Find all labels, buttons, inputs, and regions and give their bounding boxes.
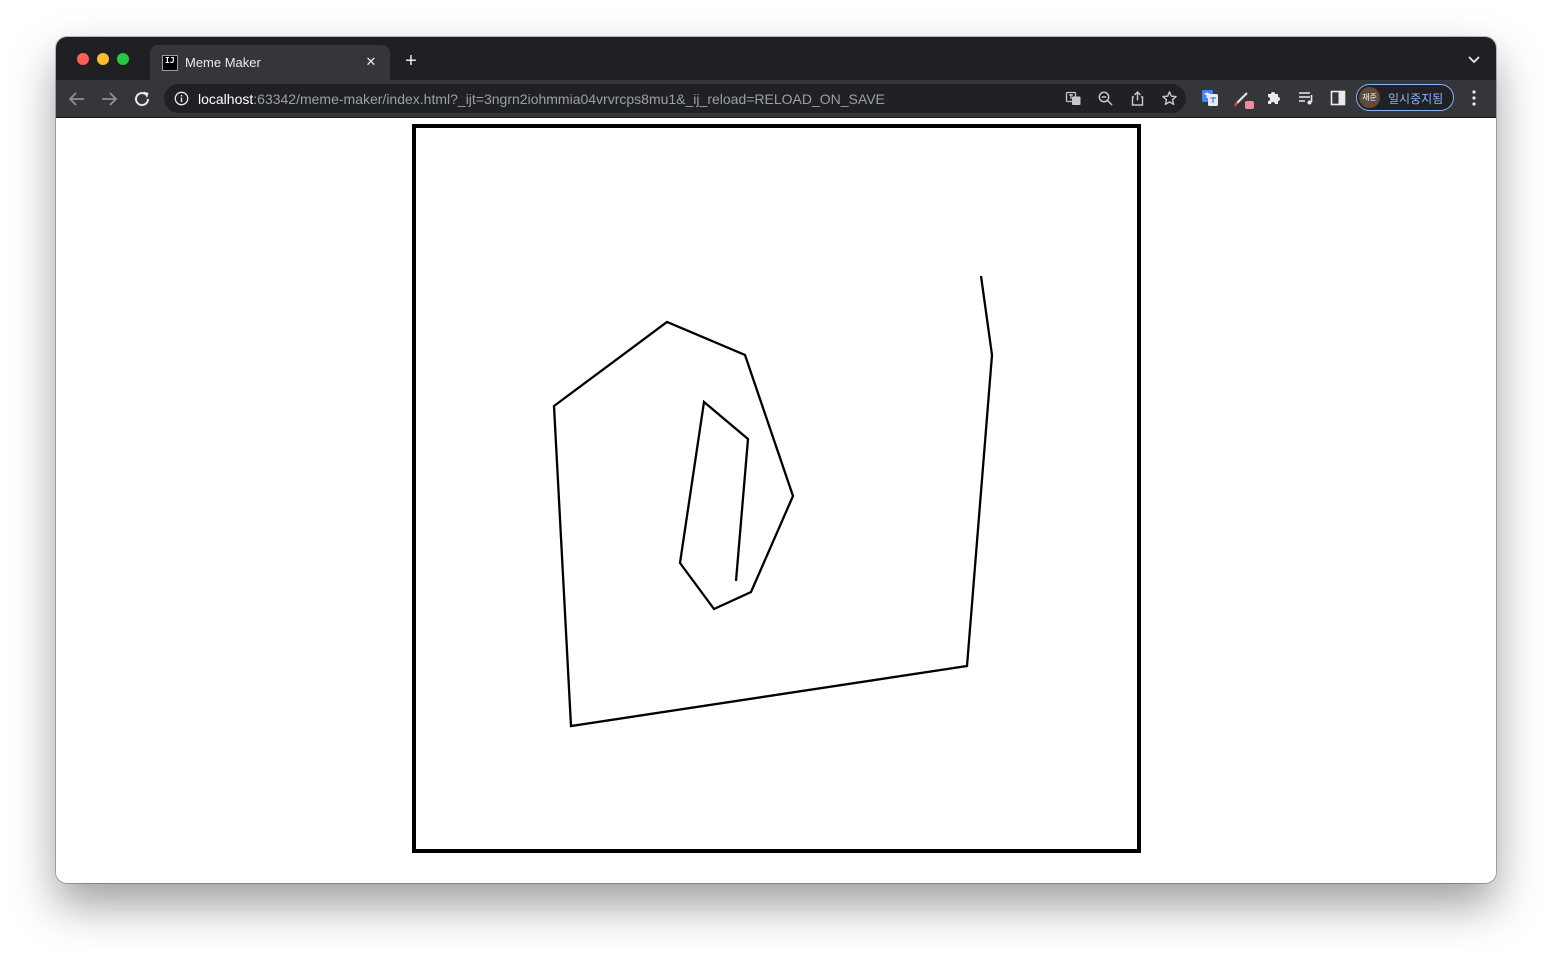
pen-extension-icon[interactable]	[1233, 88, 1255, 110]
info-icon[interactable]	[174, 91, 189, 106]
arrow-left-icon[interactable]	[65, 87, 89, 111]
page-content	[56, 118, 1496, 883]
intellij-favicon-icon: IJ	[162, 55, 178, 71]
translate-icon[interactable]	[1065, 90, 1082, 107]
url-host: localhost	[198, 91, 254, 107]
profile-button[interactable]: 재준 일시중지됨	[1356, 84, 1454, 111]
chevron-down-icon[interactable]	[1466, 53, 1482, 67]
bookmark-star-icon[interactable]	[1161, 90, 1178, 107]
drawing-strokes	[552, 275, 994, 728]
plus-icon[interactable]: +	[401, 51, 421, 71]
arrow-right-icon[interactable]	[97, 87, 121, 111]
zoom-icon[interactable]	[1097, 90, 1114, 107]
close-icon[interactable]: ✕	[362, 53, 380, 71]
window-maximize-button[interactable]	[117, 53, 129, 65]
browser-toolbar: localhost:63342/meme-maker/index.html?_i…	[56, 80, 1496, 118]
address-bar[interactable]: localhost:63342/meme-maker/index.html?_i…	[164, 84, 1186, 113]
tab-title: Meme Maker	[185, 55, 261, 70]
side-panel-icon[interactable]	[1329, 89, 1347, 107]
window-close-button[interactable]	[77, 53, 89, 65]
profile-status-label: 일시중지됨	[1388, 92, 1444, 106]
kebab-menu-icon[interactable]	[1466, 89, 1482, 107]
puzzle-icon[interactable]	[1265, 89, 1283, 107]
reload-icon[interactable]	[130, 87, 154, 111]
browser-window: IJ Meme Maker ✕ + localhost:63342/meme-m…	[56, 37, 1496, 883]
url-text[interactable]: localhost:63342/meme-maker/index.html?_i…	[198, 91, 885, 107]
tab-meme-maker[interactable]: IJ Meme Maker ✕	[150, 45, 390, 80]
reading-list-icon[interactable]	[1297, 89, 1315, 107]
google-translate-icon[interactable]	[1201, 89, 1219, 107]
drawing-canvas[interactable]	[412, 124, 1141, 853]
avatar: 재준	[1359, 87, 1380, 108]
url-path: :63342/meme-maker/index.html?_ijt=3ngrn2…	[253, 91, 885, 107]
outer-stroke	[552, 275, 994, 728]
share-icon[interactable]	[1129, 90, 1146, 107]
window-minimize-button[interactable]	[97, 53, 109, 65]
tab-strip: IJ Meme Maker ✕ +	[56, 37, 1496, 80]
